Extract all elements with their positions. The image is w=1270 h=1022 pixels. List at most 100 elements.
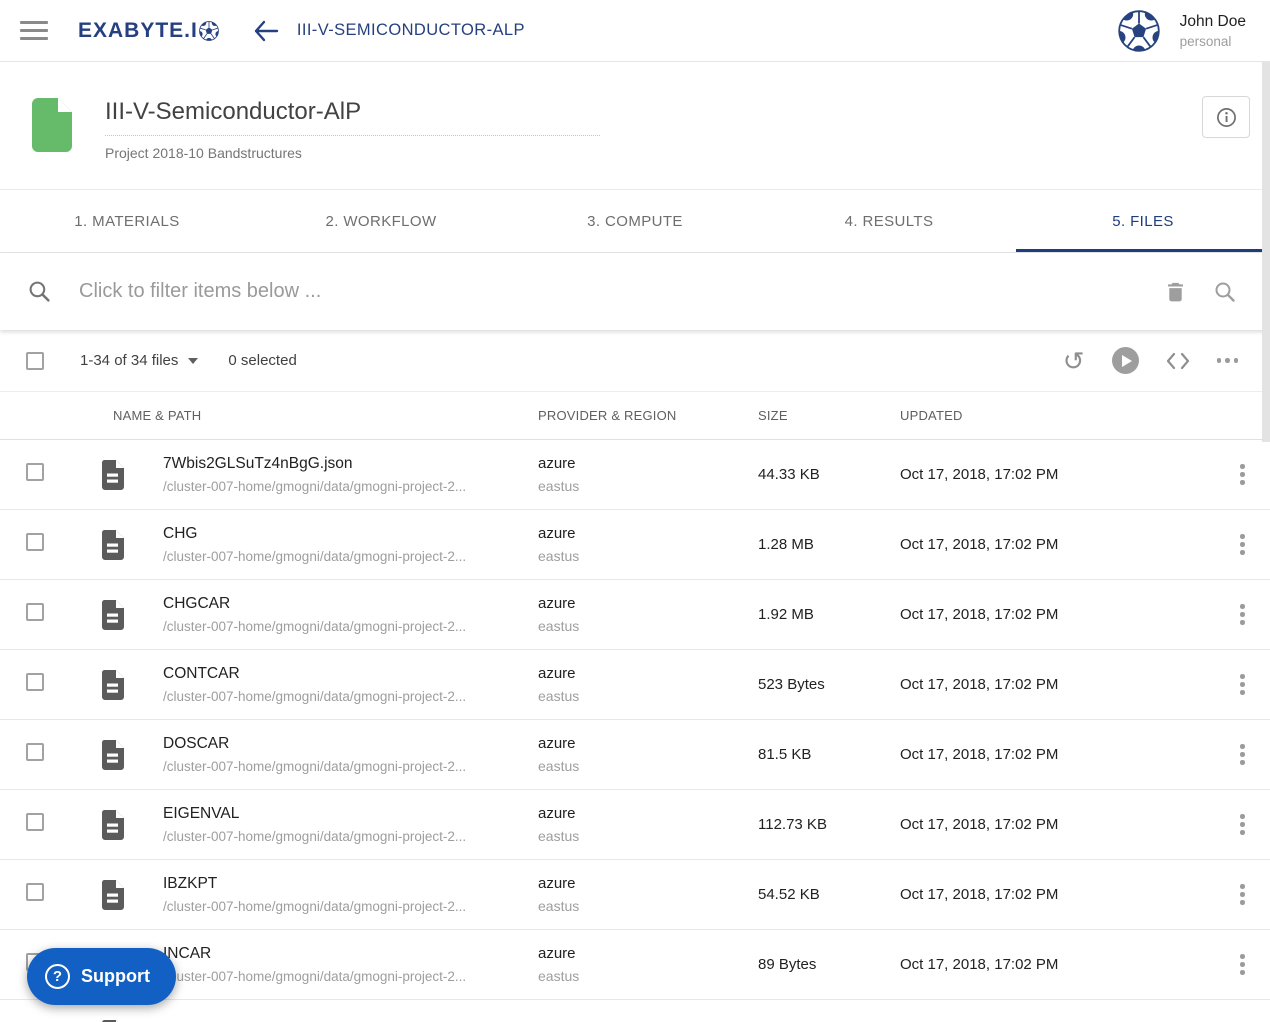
tab-files[interactable]: 5. FILES — [1016, 190, 1270, 252]
file-path: /cluster-007-home/gmogni/data/gmogni-pro… — [163, 829, 467, 844]
file-name[interactable]: CHGCAR — [163, 595, 466, 613]
chevron-down-icon — [188, 357, 199, 364]
delete-icon[interactable] — [1165, 280, 1186, 303]
row-menu-button[interactable] — [1215, 604, 1270, 625]
file-name[interactable]: CONTCAR — [163, 665, 466, 683]
table-row[interactable]: KPOINTS — [0, 1000, 1270, 1022]
file-icon — [100, 530, 126, 560]
table-row[interactable]: IBZKPT /cluster-007-home/gmogni/data/gmo… — [0, 860, 1270, 930]
file-path: /cluster-007-home/gmogni/data/gmogni-pro… — [163, 479, 467, 494]
file-size: 1.92 MB — [758, 606, 814, 623]
user-name: John Doe — [1179, 12, 1246, 30]
file-name[interactable]: INCAR — [163, 945, 466, 963]
info-icon — [1216, 107, 1236, 127]
question-mark-icon: ? — [45, 964, 70, 989]
file-path: /cluster-007-home/gmogni/data/gmogni-pro… — [163, 969, 467, 984]
file-updated: Oct 17, 2018, 17:02 PM — [900, 816, 1059, 833]
row-checkbox[interactable] — [26, 673, 44, 691]
provider-name: azure — [538, 805, 576, 822]
file-name[interactable]: IBZKPT — [163, 875, 466, 893]
column-updated[interactable]: UPDATED — [900, 408, 1215, 423]
file-size: 89 Bytes — [758, 956, 817, 973]
row-menu-button[interactable] — [1215, 534, 1270, 555]
file-path: /cluster-007-home/gmogni/data/gmogni-pro… — [163, 689, 467, 704]
tab-materials[interactable]: 1. MATERIALS — [0, 190, 254, 252]
row-checkbox[interactable] — [26, 883, 44, 901]
file-path: /cluster-007-home/gmogni/data/gmogni-pro… — [163, 759, 467, 774]
file-path: /cluster-007-home/gmogni/data/gmogni-pro… — [163, 899, 467, 914]
row-checkbox[interactable] — [26, 533, 44, 551]
file-icon — [100, 810, 126, 840]
file-name[interactable]: DOSCAR — [163, 735, 466, 753]
refresh-icon[interactable]: ↺ — [1063, 348, 1085, 374]
back-arrow-icon[interactable] — [253, 20, 279, 42]
provider-name: azure — [538, 735, 576, 752]
file-name[interactable]: EIGENVAL — [163, 805, 466, 823]
file-name[interactable]: CHG — [163, 525, 466, 543]
user-block[interactable]: John Doe personal — [1180, 13, 1246, 49]
row-checkbox[interactable] — [26, 463, 44, 481]
table-body: 7Wbis2GLSuTz4nBgG.json /cluster-007-home… — [0, 440, 1270, 1022]
filter-input[interactable] — [79, 280, 1165, 303]
column-name-path[interactable]: NAME & PATH — [88, 408, 538, 423]
project-title[interactable]: III-V-Semiconductor-AlP — [105, 98, 600, 136]
code-brackets-icon[interactable] — [1166, 351, 1190, 371]
row-checkbox[interactable] — [26, 813, 44, 831]
file-size: 54.52 KB — [758, 886, 820, 903]
row-checkbox[interactable] — [26, 603, 44, 621]
table-row[interactable]: CHG /cluster-007-home/gmogni/data/gmogni… — [0, 510, 1270, 580]
table-row[interactable]: CONTCAR /cluster-007-home/gmogni/data/gm… — [0, 650, 1270, 720]
tab-compute[interactable]: 3. COMPUTE — [508, 190, 762, 252]
table-row[interactable]: EIGENVAL /cluster-007-home/gmogni/data/g… — [0, 790, 1270, 860]
exabyte-logo[interactable]: EXABYTE.I — [78, 19, 219, 43]
scrollbar[interactable] — [1262, 62, 1270, 442]
play-button[interactable] — [1111, 347, 1139, 374]
file-name[interactable]: 7Wbis2GLSuTz4nBgG.json — [163, 455, 466, 473]
support-button[interactable]: ? Support — [27, 948, 176, 1005]
pagination-range[interactable]: 1-34 of 34 files — [80, 352, 199, 369]
provider-name: azure — [538, 525, 576, 542]
file-updated: Oct 17, 2018, 17:02 PM — [900, 676, 1059, 693]
user-plan: personal — [1179, 33, 1232, 49]
search-toggle-icon[interactable] — [1214, 281, 1236, 303]
tab-results[interactable]: 4. RESULTS — [762, 190, 1016, 252]
filter-bar — [0, 253, 1270, 330]
user-avatar[interactable] — [1118, 10, 1160, 52]
table-row[interactable]: CHGCAR /cluster-007-home/gmogni/data/gmo… — [0, 580, 1270, 650]
file-size: 523 Bytes — [758, 676, 825, 693]
file-size: 81.5 KB — [758, 746, 812, 763]
info-button[interactable] — [1202, 96, 1250, 138]
row-menu-button[interactable] — [1215, 674, 1270, 695]
table-row[interactable]: INCAR /cluster-007-home/gmogni/data/gmog… — [0, 930, 1270, 1000]
table-row[interactable]: DOSCAR /cluster-007-home/gmogni/data/gmo… — [0, 720, 1270, 790]
provider-name: azure — [538, 665, 576, 682]
table-row[interactable]: 7Wbis2GLSuTz4nBgG.json /cluster-007-home… — [0, 440, 1270, 510]
file-updated: Oct 17, 2018, 17:02 PM — [900, 886, 1059, 903]
file-icon — [100, 460, 126, 490]
provider-region: eastus — [538, 618, 580, 634]
menu-icon[interactable] — [20, 21, 48, 40]
row-menu-button[interactable] — [1215, 464, 1270, 485]
provider-region: eastus — [538, 478, 580, 494]
row-menu-button[interactable] — [1215, 814, 1270, 835]
row-menu-button[interactable] — [1215, 884, 1270, 905]
table-header: NAME & PATH PROVIDER & REGION SIZE UPDAT… — [0, 392, 1270, 440]
file-icon — [100, 740, 126, 770]
app-bar: EXABYTE.I III-V-SEMICONDUCTOR-ALP John D… — [0, 0, 1270, 62]
select-all-checkbox[interactable] — [26, 351, 44, 370]
row-checkbox[interactable] — [26, 743, 44, 761]
provider-name: azure — [538, 945, 576, 962]
file-icon — [100, 880, 126, 910]
file-icon — [100, 670, 126, 700]
provider-name: azure — [538, 875, 576, 892]
column-provider-region[interactable]: PROVIDER & REGION — [538, 408, 758, 423]
row-menu-button[interactable] — [1215, 744, 1270, 765]
exabyte-files-page: EXABYTE.I III-V-SEMICONDUCTOR-ALP John D… — [0, 0, 1270, 1022]
row-menu-button[interactable] — [1215, 954, 1270, 975]
provider-name: azure — [538, 595, 576, 612]
file-path: /cluster-007-home/gmogni/data/gmogni-pro… — [163, 619, 467, 634]
more-options-icon[interactable] — [1216, 358, 1238, 363]
tab-workflow[interactable]: 2. WORKFLOW — [254, 190, 508, 252]
file-size: 112.73 KB — [758, 816, 827, 833]
column-size[interactable]: SIZE — [758, 408, 900, 423]
